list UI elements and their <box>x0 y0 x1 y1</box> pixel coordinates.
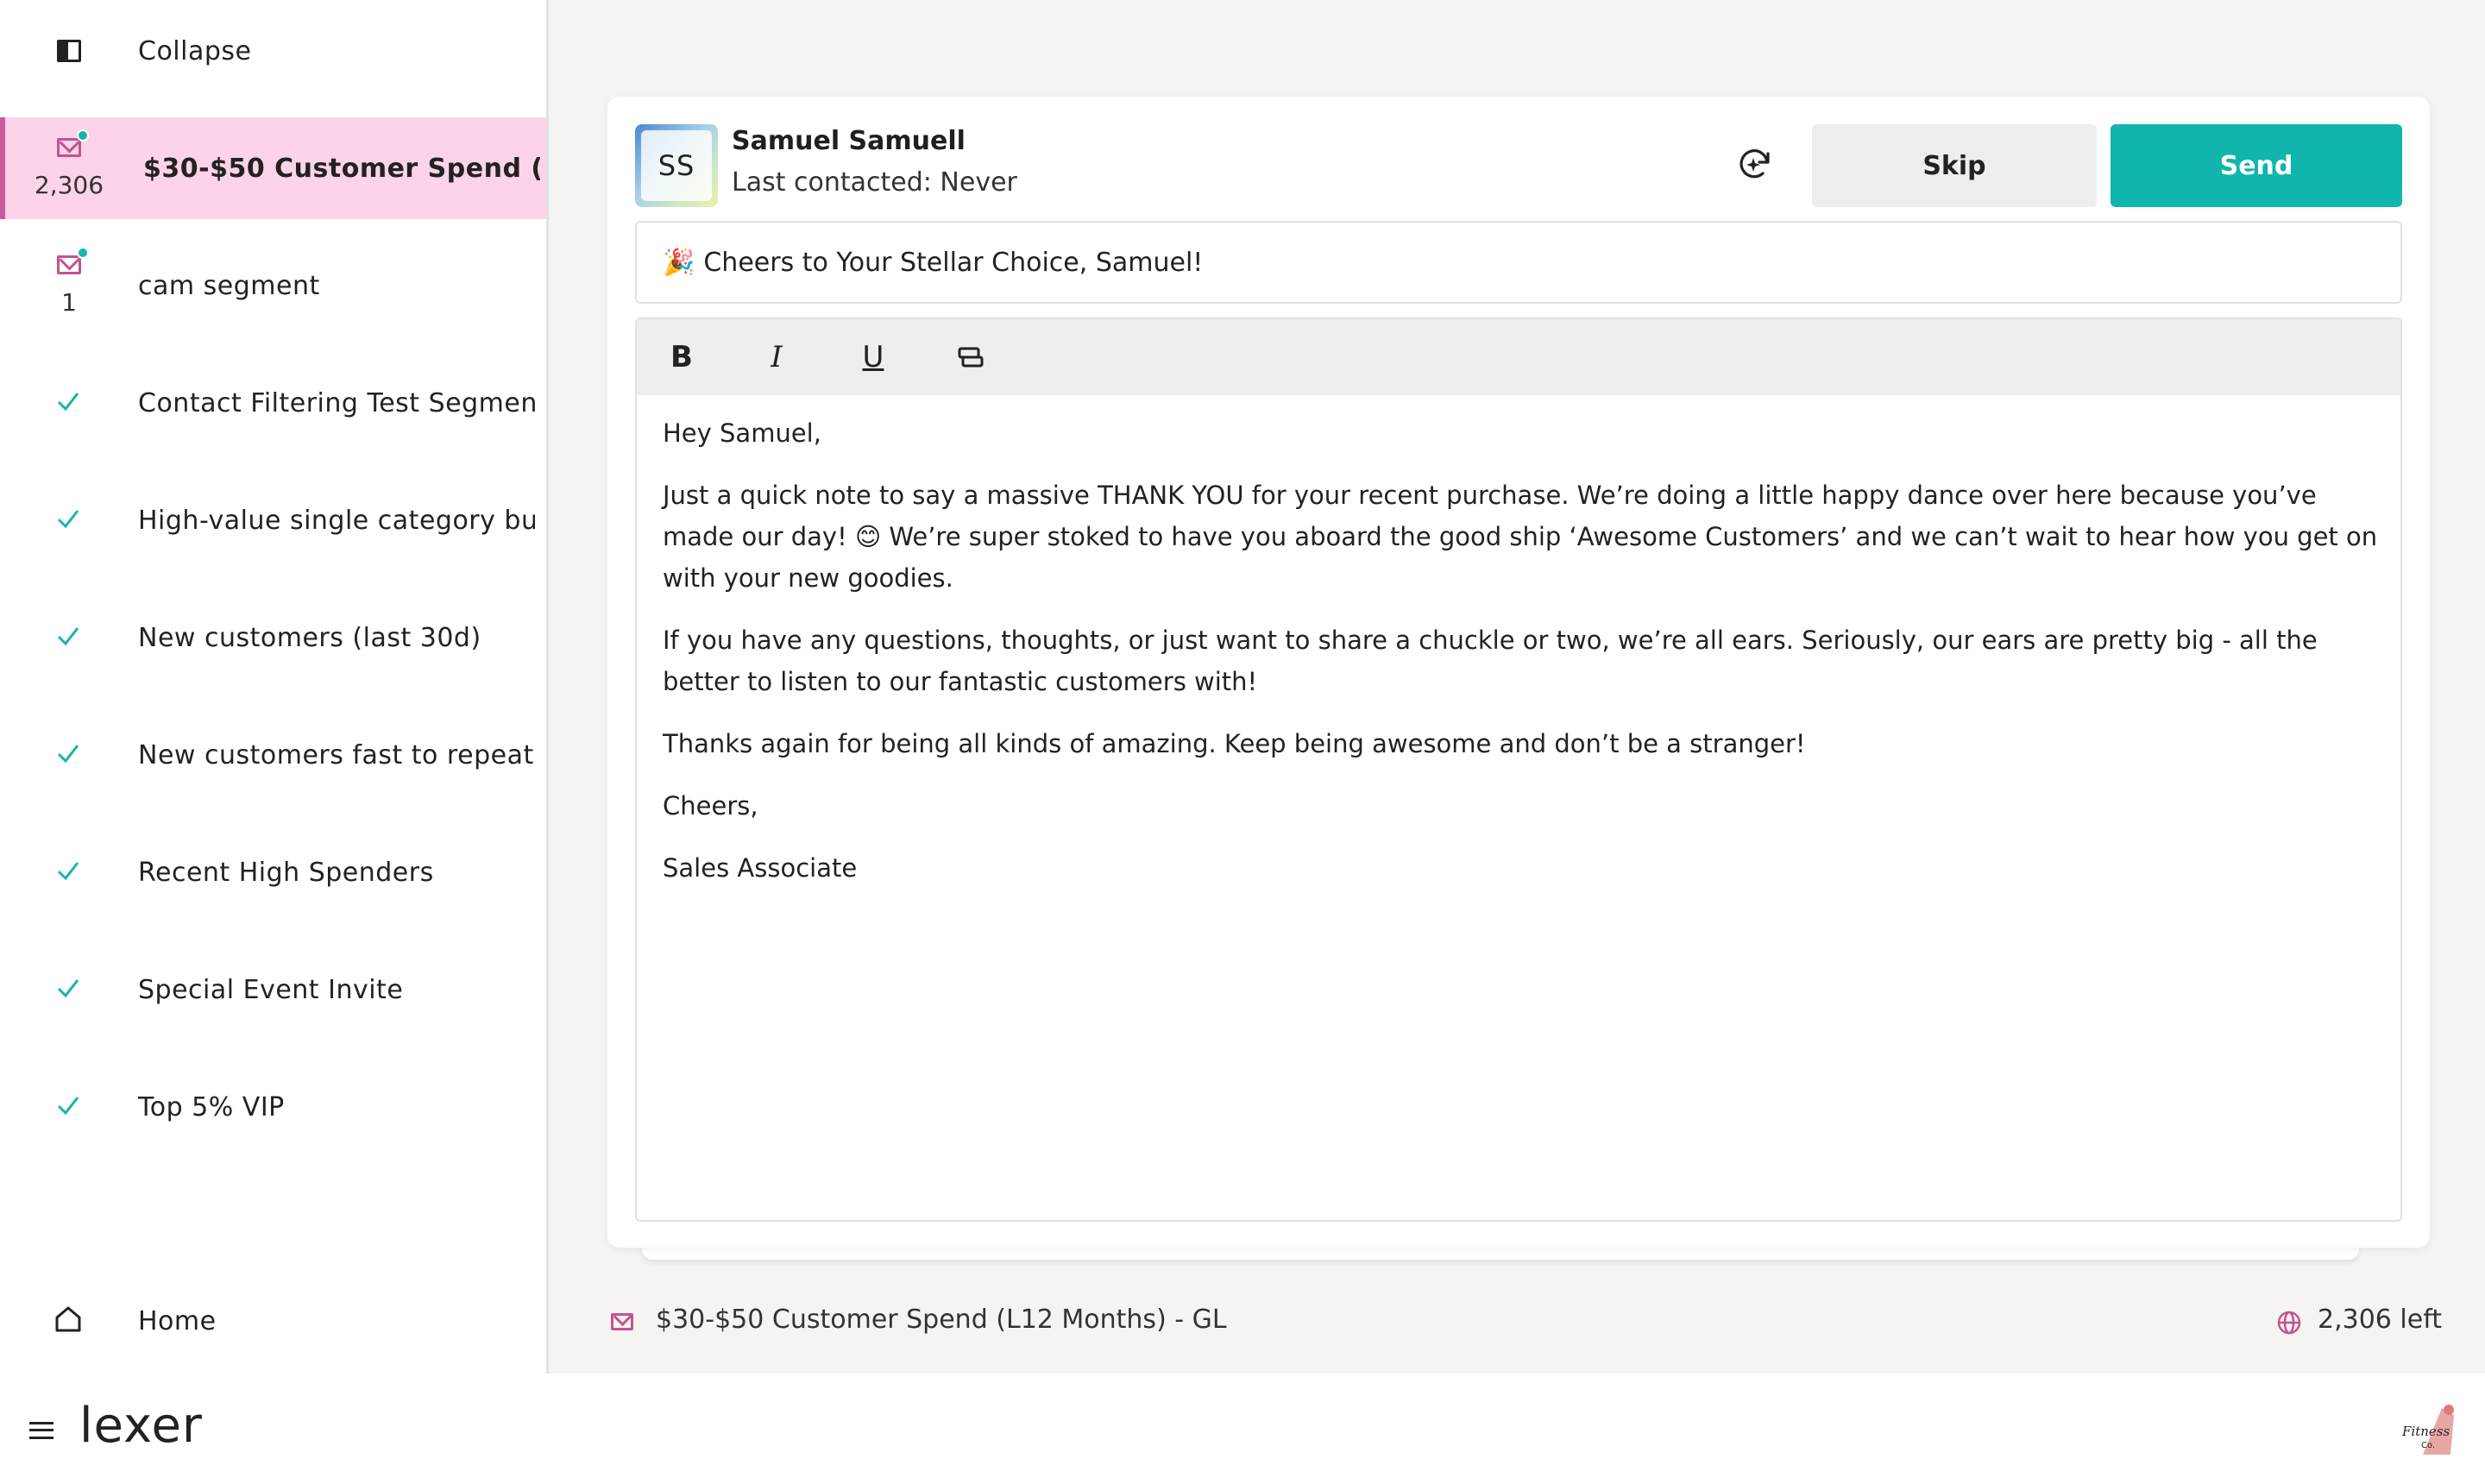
sidebar-item-segment[interactable]: Contact Filtering Test Segment <box>0 352 546 454</box>
link-button[interactable] <box>951 338 989 376</box>
subject-text: Cheers to Your Stellar Choice, Samuel! <box>703 247 1204 278</box>
sidebar-item-segment[interactable]: Top 5% VIP <box>0 1056 546 1158</box>
bottom-bar: lexer Fitness Co. <box>0 1374 2485 1484</box>
collapse-label: Collapse <box>138 35 252 66</box>
collapse-sidebar-icon <box>57 40 81 62</box>
sidebar-item-segment[interactable]: Special Event Invite <box>0 939 546 1041</box>
unread-dot <box>77 247 89 259</box>
avatar-initials: SS <box>641 130 712 201</box>
sidebar-item-label: $30-$50 Customer Spend (L12 Months) - GL <box>143 153 540 184</box>
globe-icon <box>2277 1311 2301 1335</box>
sidebar-item-label: High-value single category buyers <box>138 505 535 536</box>
email-signoff: Cheers, <box>663 791 758 821</box>
mail-icon <box>611 1313 633 1330</box>
lexer-logo: lexer <box>79 1398 203 1454</box>
avatar: SS <box>635 124 718 207</box>
bold-button[interactable]: B <box>663 338 701 376</box>
segment-count: 2,306 <box>34 171 104 199</box>
email-greeting: Hey Samuel, <box>663 418 821 448</box>
party-popper-icon: 🎉 <box>663 247 695 278</box>
check-icon <box>57 627 79 646</box>
check-icon <box>57 510 79 529</box>
mail-icon <box>57 255 81 274</box>
svg-text:Co.: Co. <box>2421 1441 2435 1450</box>
subject-field[interactable]: 🎉 Cheers to Your Stellar Choice, Samuel! <box>635 221 2402 304</box>
sidebar-item-label: New customers fast to repeat purchase <box>138 739 535 770</box>
send-button[interactable]: Send <box>2111 124 2402 207</box>
sidebar-item-label: Contact Filtering Test Segment <box>138 387 535 418</box>
remaining-count: 2,306 left <box>2318 1305 2443 1335</box>
contact-name: Samuel Samuell <box>732 126 966 156</box>
email-composer-card: SS Samuel Samuell Last contacted: Never … <box>607 97 2430 1248</box>
sidebar-item-label: Special Event Invite <box>138 974 404 1005</box>
sidebar-item-segment[interactable]: New customers fast to repeat purchase <box>0 704 546 806</box>
sidebar-item-label: Top 5% VIP <box>138 1091 285 1122</box>
sidebar-item-label: New customers (last 30d) <box>138 622 481 653</box>
email-paragraph: Just a quick note to say a massive THANK… <box>663 481 2378 593</box>
sidebar-item-segment[interactable]: New customers (last 30d) <box>0 587 546 689</box>
svg-text:Fitness: Fitness <box>2401 1424 2450 1439</box>
sidebar-item-segment[interactable]: 1 cam segment <box>0 235 546 336</box>
sidebar-item-segment[interactable]: 2,306 $30-$50 Customer Spend (L12 Months… <box>0 117 546 219</box>
check-icon <box>57 862 79 881</box>
sidebar-item-segment[interactable]: High-value single category buyers <box>0 469 546 571</box>
check-icon <box>57 745 79 764</box>
segment-count: 1 <box>61 288 77 317</box>
italic-button[interactable]: I <box>758 338 796 376</box>
email-paragraph: If you have any questions, thoughts, or … <box>663 626 2318 696</box>
check-icon <box>57 1097 79 1116</box>
sidebar-item-home[interactable]: Home <box>0 1270 546 1372</box>
fitness-co-logo[interactable]: Fitness Co. <box>2397 1399 2459 1462</box>
last-contacted: Last contacted: Never <box>732 167 1017 198</box>
menu-icon[interactable] <box>29 1422 53 1439</box>
skip-button[interactable]: Skip <box>1812 124 2097 207</box>
home-icon <box>55 1306 81 1332</box>
regenerate-icon[interactable] <box>1734 143 1776 185</box>
email-paragraph: Thanks again for being all kinds of amaz… <box>663 729 1806 758</box>
email-body-editor[interactable]: B I U Hey Samuel, Just a quick note to s… <box>635 318 2402 1222</box>
underline-button[interactable]: U <box>854 338 892 376</box>
email-body: Hey Samuel, Just a quick note to say a m… <box>663 412 2380 909</box>
sidebar-item-label: cam segment <box>138 270 320 301</box>
home-label: Home <box>138 1305 217 1336</box>
link-icon <box>958 347 984 368</box>
mail-icon <box>57 138 81 157</box>
unread-dot <box>77 129 89 141</box>
sidebar-item-label: Recent High Spenders <box>138 857 434 888</box>
check-icon <box>57 393 79 412</box>
collapse-button[interactable]: Collapse <box>0 0 546 102</box>
current-segment-name: $30-$50 Customer Spend (L12 Months) - GL <box>656 1305 1227 1335</box>
email-signature: Sales Associate <box>663 853 858 883</box>
check-icon <box>57 979 79 998</box>
formatting-toolbar: B I U <box>637 319 2400 395</box>
sidebar-item-segment[interactable]: Recent High Spenders <box>0 821 546 923</box>
segment-sidebar: Collapse 2,306 $30-$50 Customer Spend (L… <box>0 0 549 1374</box>
